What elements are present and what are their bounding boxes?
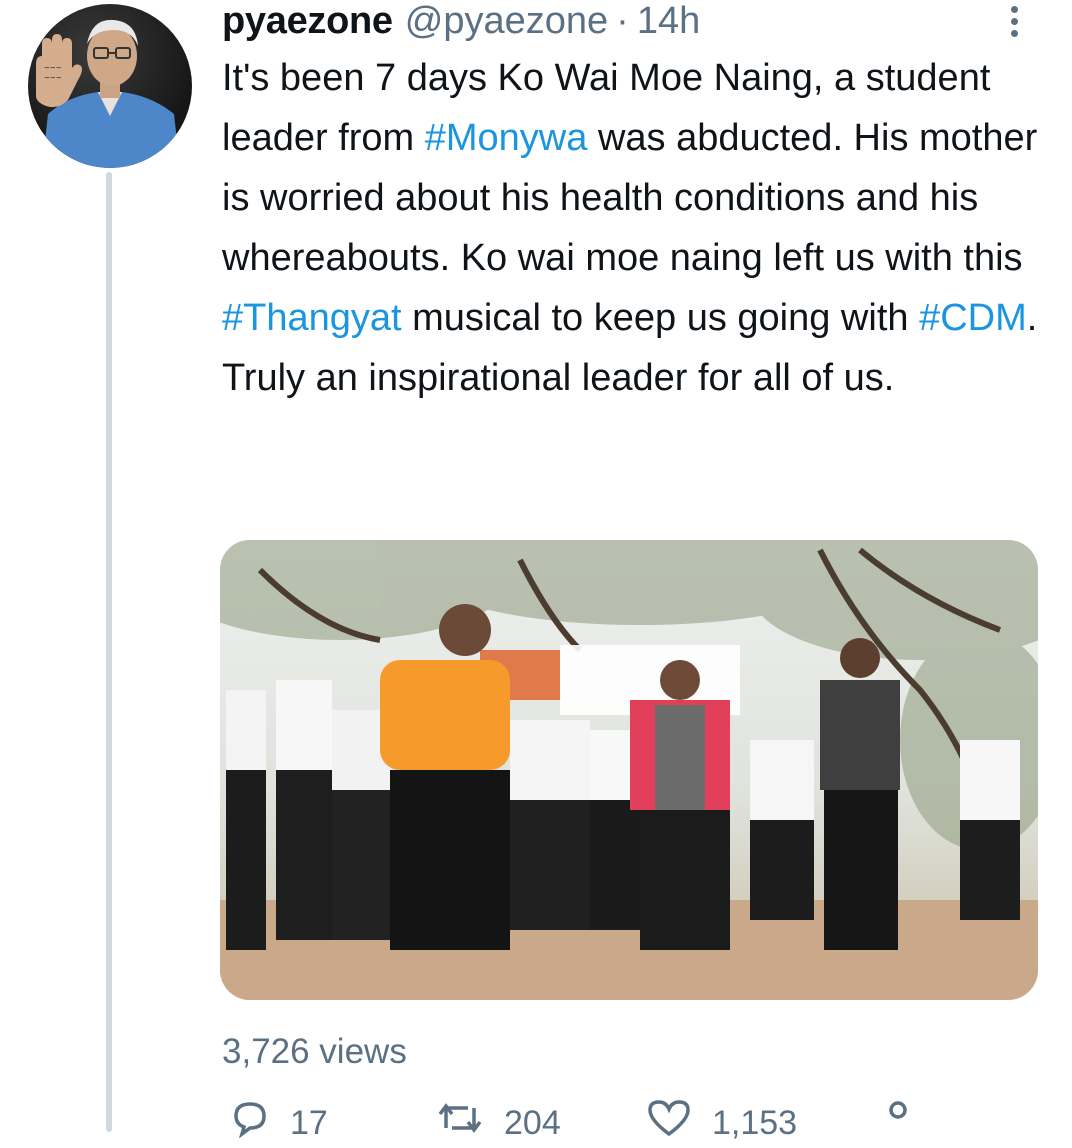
reply-button[interactable]: 17 — [230, 1098, 328, 1142]
like-icon — [646, 1098, 692, 1147]
hashtag-link[interactable]: #Thangyat — [222, 297, 402, 339]
avatar[interactable]: ~~~ ~~~ — [28, 4, 192, 168]
svg-text:~~~: ~~~ — [44, 64, 62, 72]
thread-connector-line — [106, 172, 112, 1132]
hashtag-link[interactable]: #CDM — [919, 297, 1027, 339]
view-count: 3,726 views — [222, 1032, 407, 1071]
reply-count: 17 — [290, 1104, 328, 1142]
share-button[interactable] — [878, 1098, 918, 1138]
hashtag-link[interactable]: #Monywa — [425, 117, 588, 159]
tweet-text: It's been 7 days Ko Wai Moe Naing, a stu… — [222, 48, 1042, 408]
tweet-header: pyaezone @pyaezone · 14h — [222, 0, 700, 42]
share-icon — [878, 1098, 918, 1147]
retweet-count: 204 — [504, 1104, 561, 1142]
svg-text:~~~: ~~~ — [44, 74, 62, 82]
user-handle[interactable]: @pyaezone — [405, 0, 608, 42]
like-count: 1,153 — [712, 1104, 798, 1142]
retweet-icon — [436, 1098, 484, 1147]
retweet-button[interactable]: 204 — [436, 1098, 561, 1142]
video-thumbnail[interactable] — [220, 540, 1038, 1000]
like-button[interactable]: 1,153 — [646, 1098, 797, 1142]
display-name[interactable]: pyaezone — [222, 0, 393, 42]
tweet-action-bar: 17 204 1,153 — [222, 1098, 1022, 1142]
tweet-text-segment: musical to keep us going with — [401, 297, 920, 339]
more-options-icon[interactable] — [998, 0, 1030, 42]
reply-icon — [230, 1098, 270, 1147]
header-separator: · — [616, 0, 629, 42]
timestamp[interactable]: 14h — [637, 0, 700, 42]
